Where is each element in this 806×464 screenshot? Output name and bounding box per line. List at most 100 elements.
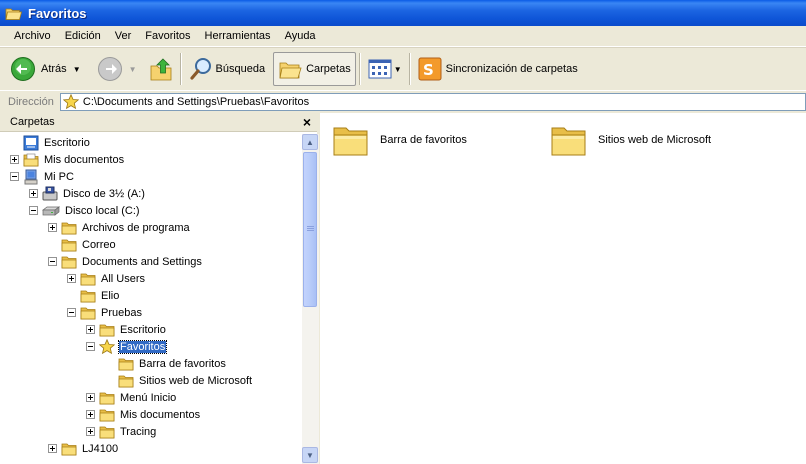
expand-icon[interactable] (29, 189, 38, 198)
tree-item-label: Disco local (C:) (65, 204, 140, 217)
chevron-down-icon[interactable]: ▼ (129, 65, 137, 74)
close-icon[interactable]: × (303, 115, 311, 129)
back-button[interactable]: Atrás ▼ (6, 52, 85, 86)
chevron-down-icon[interactable]: ▼ (394, 65, 402, 74)
back-arrow-icon (11, 57, 35, 81)
tree-item[interactable]: Tracing (86, 423, 157, 440)
tree-item[interactable]: Sitios web de Microsoft (105, 372, 253, 389)
tree-item-label: Escritorio (120, 323, 166, 336)
tree-item[interactable]: Disco local (C:) (29, 202, 141, 219)
expand-icon[interactable] (67, 274, 76, 283)
folder-open-icon (5, 8, 23, 20)
collapse-icon[interactable] (29, 206, 38, 215)
toolbar: Atrás ▼ ▼ Búsqueda Carpetas ▼ S Sincroni… (0, 47, 806, 90)
chevron-down-icon[interactable]: ▼ (73, 65, 81, 74)
sync-folders-button[interactable]: S Sincronización de carpetas (414, 52, 582, 86)
content-item-barra-de-favoritos[interactable]: Barra de favoritos (332, 121, 467, 159)
menu-herramientas[interactable]: Herramientas (198, 27, 278, 45)
tree-item[interactable]: Escritorio (86, 321, 167, 338)
tree-item-label: LJ4100 (82, 442, 119, 455)
content-item-label: Sitios web de Microsoft (598, 134, 712, 146)
tree-item[interactable]: Archivos de programa (48, 219, 191, 236)
tree-item[interactable]: Escritorio (10, 134, 91, 151)
tree-item[interactable]: Barra de favoritos (105, 355, 227, 372)
tree-item[interactable]: Correo (48, 236, 117, 253)
expand-icon[interactable] (86, 427, 95, 436)
collapse-icon[interactable] (67, 308, 76, 317)
toolbar-separator (358, 53, 361, 85)
folders-pane: Carpetas × Escritorio Mis documentos Mi PC… (0, 113, 320, 464)
tree-item[interactable]: Disco de 3½ (A:) (29, 185, 146, 202)
expand-icon[interactable] (48, 444, 57, 453)
collapse-icon[interactable] (10, 172, 19, 181)
up-folder-button[interactable] (145, 52, 177, 86)
folder-icon (80, 306, 96, 320)
folder-icon (61, 255, 77, 269)
title-bar[interactable]: Favoritos (0, 0, 806, 26)
search-label: Búsqueda (215, 63, 266, 75)
scroll-down-button[interactable]: ▼ (302, 447, 318, 463)
folder-icon (61, 238, 77, 252)
sync-icon: S (418, 57, 442, 81)
scroll-thumb[interactable] (303, 152, 317, 307)
tree-item-label: Favoritos (117, 339, 168, 354)
large-folder-icon (333, 127, 368, 156)
expand-icon[interactable] (86, 393, 95, 402)
address-label: Dirección (8, 96, 54, 108)
tree-item[interactable]: Mis documentos (10, 151, 125, 168)
menu-archivo[interactable]: Archivo (7, 27, 58, 45)
tree-item[interactable]: LJ4100 (48, 440, 119, 457)
svg-text:S: S (423, 61, 434, 79)
tree-item-label: Pruebas (101, 306, 142, 319)
expand-icon[interactable] (48, 223, 57, 232)
scroll-up-button[interactable]: ▲ (302, 134, 318, 150)
menu-edicion[interactable]: Edición (58, 27, 108, 45)
forward-button[interactable]: ▼ (93, 52, 141, 86)
folder-icon (80, 272, 96, 286)
favorites-star-icon (99, 338, 115, 355)
back-label: Atrás (41, 63, 67, 75)
tree-item-label: Tracing (120, 425, 157, 438)
tree-item[interactable]: Elio (67, 287, 120, 304)
folder-icon (99, 323, 115, 337)
folders-icon (279, 62, 302, 79)
tree-item[interactable]: Mis documentos (86, 406, 201, 423)
address-bar: Dirección C:\Documents and Settings\Prue… (0, 90, 806, 113)
vertical-scrollbar[interactable]: ▲ ▼ (302, 134, 319, 464)
folders-pane-title: Carpetas (10, 116, 55, 128)
expand-icon[interactable] (10, 155, 19, 164)
tree-item-label: Barra de favoritos (139, 357, 226, 370)
up-folder-icon (150, 58, 171, 81)
search-button[interactable]: Búsqueda (185, 52, 270, 86)
folders-button[interactable]: Carpetas (273, 52, 356, 86)
hard-drive-icon (42, 204, 60, 218)
tree-item-label: Elio (101, 289, 120, 302)
content-pane: Barra de favoritos Sitios web de Microso… (320, 113, 806, 464)
tree-item[interactable]: All Users (67, 270, 146, 287)
tree-item-label: Mi PC (44, 170, 74, 183)
folder-icon (99, 408, 115, 422)
folder-icon (80, 289, 96, 303)
content-item-sitios-web-de-microsoft[interactable]: Sitios web de Microsoft (550, 121, 711, 159)
favorites-star-icon (62, 94, 79, 110)
forward-arrow-icon (97, 57, 122, 81)
expand-icon[interactable] (86, 325, 95, 334)
tree-item-label: Sitios web de Microsoft (139, 374, 253, 387)
menu-favoritos[interactable]: Favoritos (138, 27, 197, 45)
tree-item[interactable]: Favoritos (86, 338, 168, 355)
tree-item[interactable]: Mi PC (10, 168, 75, 185)
collapse-icon[interactable] (48, 257, 57, 266)
menu-ayuda[interactable]: Ayuda (278, 27, 323, 45)
collapse-icon[interactable] (86, 342, 95, 351)
tree-item-label: Mis documentos (44, 153, 125, 166)
tree-item[interactable]: Menú Inicio (86, 389, 177, 406)
tree-item[interactable]: Documents and Settings (48, 253, 203, 270)
expand-icon[interactable] (86, 410, 95, 419)
views-button[interactable]: ▼ (364, 52, 406, 86)
tree-item-label: Correo (82, 238, 116, 251)
tree-item-label: Disco de 3½ (A:) (63, 187, 145, 200)
folder-icon (118, 357, 134, 371)
menu-ver[interactable]: Ver (108, 27, 139, 45)
address-input[interactable]: C:\Documents and Settings\Pruebas\Favori… (59, 93, 806, 111)
tree-item[interactable]: Pruebas (67, 304, 143, 321)
